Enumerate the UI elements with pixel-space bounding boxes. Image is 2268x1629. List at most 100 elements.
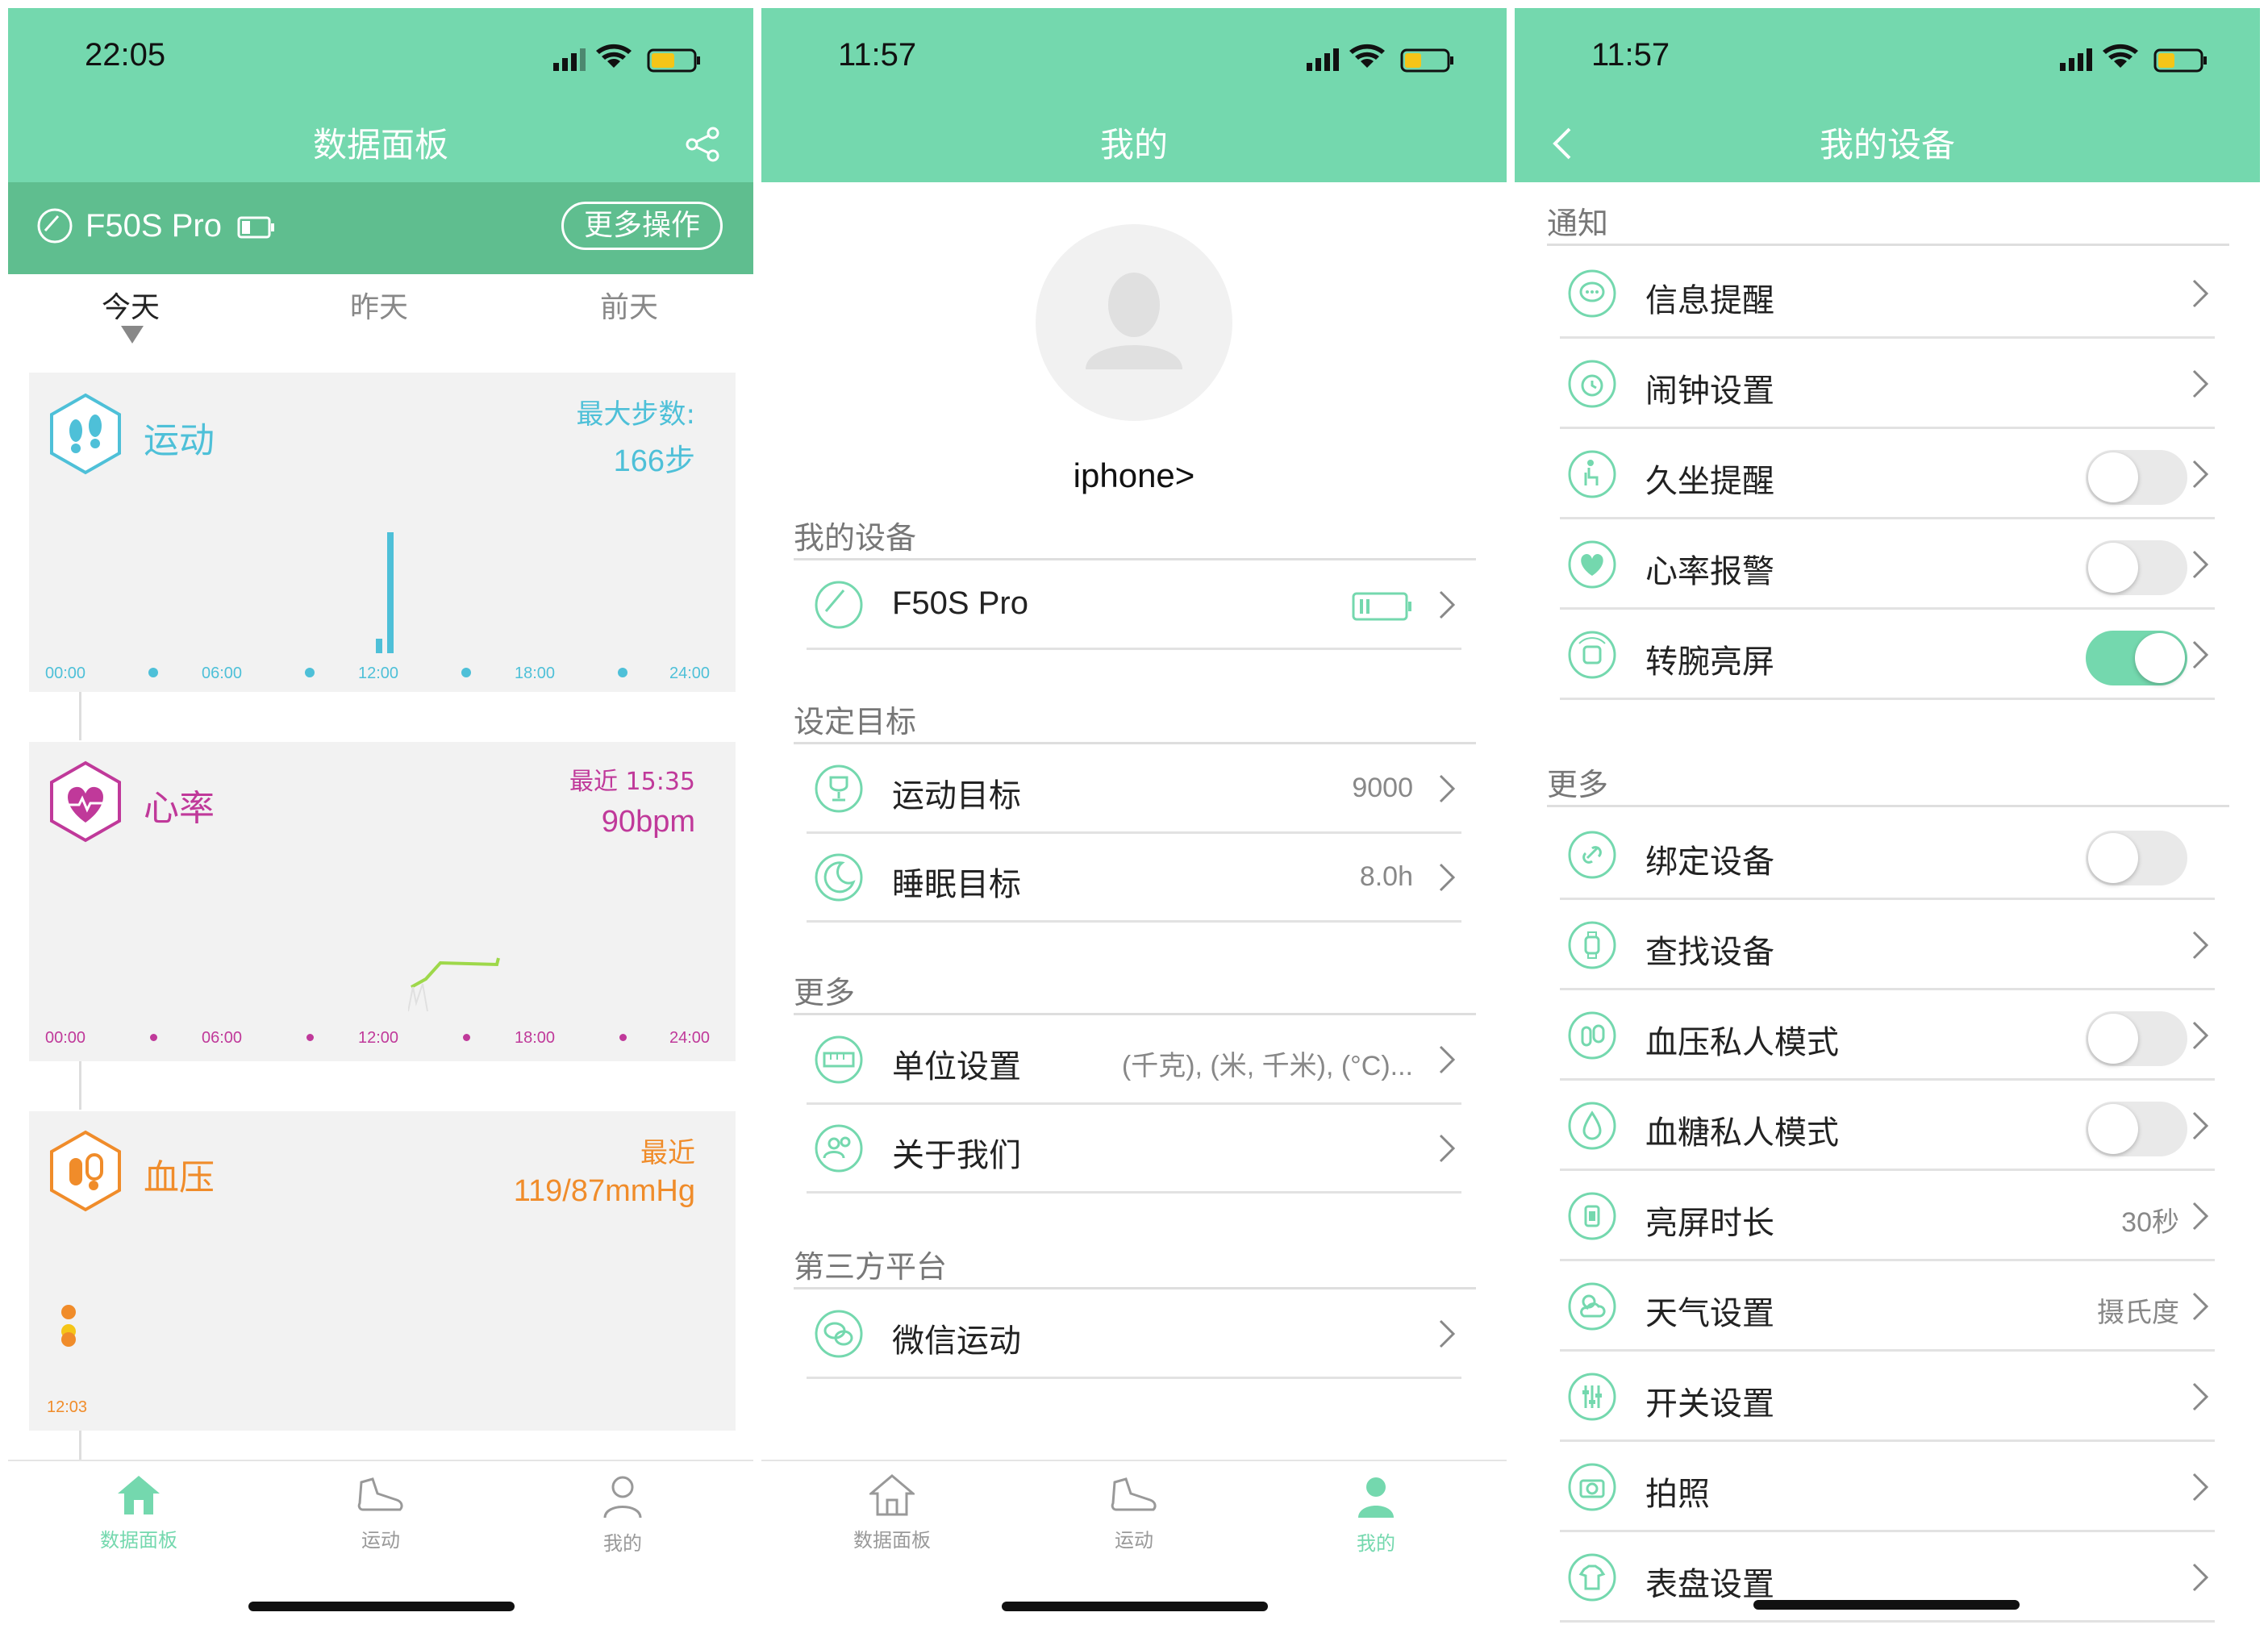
axis-tick: 12:00 xyxy=(358,1029,399,1047)
wechat-sport-row[interactable]: 微信运动 xyxy=(807,1290,1461,1379)
goal-row-sleep[interactable]: 睡眠目标 8.0h xyxy=(807,834,1461,923)
toggle-switch[interactable] xyxy=(2086,1011,2187,1066)
shoe-icon xyxy=(1111,1477,1157,1511)
toggle-switch[interactable] xyxy=(2086,450,2187,505)
goal-value: 9000 xyxy=(1352,773,1413,803)
header: 11:57 我的 xyxy=(761,8,1507,182)
tab-mine[interactable]: 我的 xyxy=(542,1474,703,1556)
dashboard-screen: 22:05 数据面板 F50S Pro 更多操作 今天 昨天 前天 运动 最大步… xyxy=(8,0,753,1629)
sport-card[interactable]: 运动 最大步数: 166步 00:00 06:00 12:00 18:00 24… xyxy=(29,373,736,692)
row-label: 单位设置 xyxy=(892,1048,1021,1085)
avatar[interactable] xyxy=(1036,224,1232,421)
my-device-screen: 11:57 我的设备 通知 更多 信息提醒 闹钟设置 久坐提醒 心率报警 转腕亮屏 绑定设… xyxy=(1515,0,2260,1629)
toggle-switch[interactable] xyxy=(2086,1102,2187,1156)
tab-dashboard[interactable]: 数据面板 xyxy=(811,1474,973,1552)
axis-tick: 18:00 xyxy=(515,1029,556,1047)
toggle-switch[interactable] xyxy=(2086,831,2187,885)
tab-bar: 数据面板 运动 我的 xyxy=(8,1460,753,1597)
tab-dashboard[interactable]: 数据面板 xyxy=(58,1474,219,1552)
mine-screen: 11:57 我的 iphone> 我的设备 F50S Pro 设定目标 运动目标… xyxy=(761,0,1507,1629)
bp-icon xyxy=(1568,1011,1616,1060)
axis-tick: 06:00 xyxy=(202,665,243,682)
about-us-row[interactable]: 关于我们 xyxy=(807,1105,1461,1194)
heart-rate-card[interactable]: 心率 最近 15:35 90bpm 00:00 06:00 12:00 18:0… xyxy=(29,742,736,1061)
chevron-right-icon xyxy=(1439,774,1456,803)
setting-row[interactable]: 亮屏时长 30秒 xyxy=(1560,1173,2215,1261)
setting-row[interactable]: 开关设置 xyxy=(1560,1353,2215,1442)
toggle-switch[interactable] xyxy=(2086,631,2187,685)
blood-pressure-icon xyxy=(50,1130,121,1212)
goal-row-sport[interactable]: 运动目标 9000 xyxy=(807,745,1461,834)
device-row[interactable]: F50S Pro xyxy=(807,561,1461,650)
bp-dot-diastolic xyxy=(61,1332,76,1347)
chevron-right-icon xyxy=(1439,1134,1456,1163)
tab-sport[interactable]: 运动 xyxy=(300,1474,461,1552)
row-label: 关于我们 xyxy=(892,1137,1021,1174)
screen-icon xyxy=(1568,1192,1616,1240)
step-bar xyxy=(387,532,394,653)
band-icon xyxy=(37,208,73,244)
tab-day-before[interactable]: 前天 xyxy=(600,284,658,326)
more-actions-button[interactable]: 更多操作 xyxy=(561,202,723,250)
setting-row[interactable]: 拍照 xyxy=(1560,1444,2215,1532)
setting-row[interactable]: 久坐提醒 xyxy=(1560,431,2215,519)
setting-label: 信息提醒 xyxy=(1645,282,1774,319)
goal-label: 睡眠目标 xyxy=(892,866,1021,903)
toggle-knob xyxy=(2088,543,2138,593)
blood-pressure-card[interactable]: 血压 最近 119/87mmHg 12:03 xyxy=(29,1111,736,1431)
setting-row[interactable]: 绑定设备 xyxy=(1560,811,2215,900)
wrist-icon xyxy=(1568,631,1616,679)
axis-tick: 00:00 xyxy=(45,665,86,682)
status-time: 22:05 xyxy=(85,37,166,73)
setting-label: 开关设置 xyxy=(1645,1385,1774,1423)
status-icons xyxy=(553,44,700,73)
battery-icon xyxy=(1352,592,1411,621)
setting-row[interactable]: 转腕亮屏 xyxy=(1560,611,2215,700)
page-title: 数据面板 xyxy=(312,125,448,165)
tab-label: 我的 xyxy=(1357,1532,1395,1555)
share-icon[interactable] xyxy=(684,126,721,163)
axis-tick: 12:00 xyxy=(358,665,399,682)
setting-label: 心率报警 xyxy=(1645,553,1774,590)
setting-row[interactable]: 信息提醒 xyxy=(1560,250,2215,339)
goal-label: 运动目标 xyxy=(892,777,1021,814)
tab-today[interactable]: 今天 xyxy=(102,284,160,326)
chevron-right-icon xyxy=(2192,1473,2209,1502)
axis-tick: 00:00 xyxy=(45,1029,86,1047)
setting-row[interactable]: 闹钟设置 xyxy=(1560,340,2215,429)
setting-row[interactable]: 表盘设置 xyxy=(1560,1534,2215,1623)
setting-row[interactable]: 查找设备 xyxy=(1560,902,2215,990)
unit-settings-row[interactable]: 单位设置 (千克), (米, 千米), (°C)... xyxy=(807,1016,1461,1105)
toggle-knob xyxy=(2088,1014,2138,1064)
footsteps-icon xyxy=(50,393,121,475)
home-icon xyxy=(118,1476,160,1514)
setting-label: 绑定设备 xyxy=(1645,844,1774,881)
setting-value: 摄氏度 xyxy=(2097,1298,2179,1328)
status-time: 11:57 xyxy=(1591,37,1670,73)
username[interactable]: iphone> xyxy=(761,456,1507,495)
setting-label: 拍照 xyxy=(1645,1476,1710,1513)
setting-label: 查找设备 xyxy=(1645,934,1774,971)
axis-dot xyxy=(618,668,627,677)
tab-yesterday[interactable]: 昨天 xyxy=(350,284,408,326)
tab-sport[interactable]: 运动 xyxy=(1053,1474,1215,1552)
chevron-right-icon xyxy=(2192,1382,2209,1411)
message-icon xyxy=(1568,269,1616,318)
divider xyxy=(794,1287,1476,1289)
switch-icon xyxy=(1568,1373,1616,1421)
toggle-switch[interactable] xyxy=(2086,540,2187,595)
tab-mine[interactable]: 我的 xyxy=(1295,1474,1457,1556)
setting-row[interactable]: 血糖私人模式 xyxy=(1560,1082,2215,1171)
home-icon xyxy=(867,1474,917,1516)
toggle-knob xyxy=(2088,1104,2138,1154)
bp-dot-systolic xyxy=(61,1305,76,1319)
header: 22:05 数据面板 xyxy=(8,8,753,182)
step-bar xyxy=(376,639,382,653)
setting-row[interactable]: 心率报警 xyxy=(1560,521,2215,610)
setting-row[interactable]: 血压私人模式 xyxy=(1560,992,2215,1081)
divider xyxy=(794,558,1476,560)
device-bar[interactable]: F50S Pro 更多操作 xyxy=(8,182,753,274)
weather-icon xyxy=(1568,1282,1616,1331)
heart-rate-icon xyxy=(50,760,121,843)
setting-row[interactable]: 天气设置 摄氏度 xyxy=(1560,1263,2215,1352)
